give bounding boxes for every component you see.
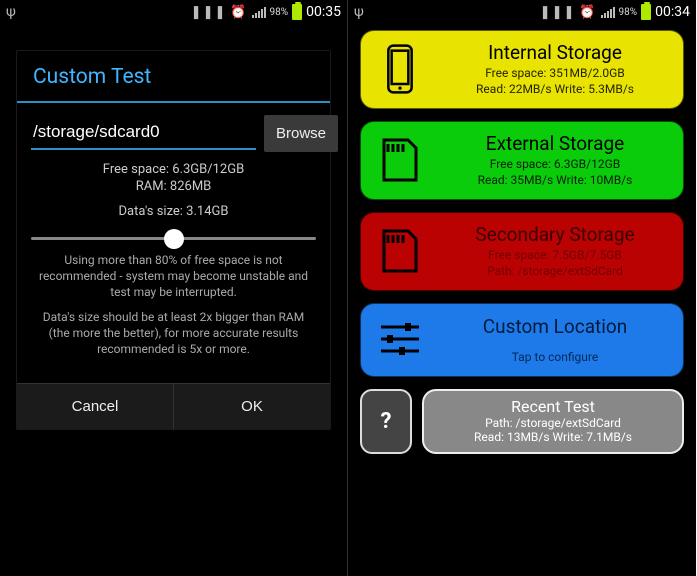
dialog-title: Custom Test <box>17 51 330 103</box>
free-space-label: Free space: 6.3GB/12GB <box>31 162 316 177</box>
usb-icon: ψ <box>354 4 364 20</box>
card-line: Tap to configure <box>439 350 671 364</box>
card-line: Read: 22MB/s Write: 5.3MB/s <box>439 82 671 96</box>
alarm-icon: ⏰ <box>230 5 247 20</box>
vibrate-icon: ❚❚❚ <box>191 5 227 20</box>
card-title: Secondary Storage <box>439 223 671 246</box>
sdcard-icon <box>375 135 425 185</box>
card-line: Free space: 6.3GB/12GB <box>439 157 671 171</box>
battery-icon <box>292 4 302 20</box>
recent-title: Recent Test <box>432 397 674 416</box>
card-line: Free space: 7.5GB/7.5GB <box>439 248 671 262</box>
card-title: External Storage <box>439 132 671 155</box>
card-line: Free space: 351MB/2.0GB <box>439 66 671 80</box>
sdcard-icon <box>375 226 425 276</box>
cancel-button[interactable]: Cancel <box>17 384 174 429</box>
dialog-button-row: Cancel OK <box>17 383 330 429</box>
recent-line: Path: /storage/extSdCard <box>432 416 674 430</box>
phone-icon <box>375 44 425 94</box>
card-internal-storage[interactable]: Internal Storage Free space: 351MB/2.0GB… <box>360 30 684 109</box>
clock: 00:34 <box>655 4 690 20</box>
battery-percent: 98% <box>270 7 289 18</box>
help-button[interactable]: ? <box>360 389 412 454</box>
recent-line: Read: 13MB/s Write: 7.1MB/s <box>432 430 674 444</box>
battery-percent: 98% <box>619 7 638 18</box>
battery-icon <box>641 4 651 20</box>
warning-note-2: Data's size should be at least 2x bigger… <box>33 309 314 358</box>
status-bar: ψ ❚❚❚ ⏰ 98% 00:35 <box>0 0 347 24</box>
ram-label: RAM: 826MB <box>31 179 316 194</box>
phone-right: ψ ❚❚❚ ⏰ 98% 00:34 Internal Storage <box>348 0 696 576</box>
ok-button[interactable]: OK <box>174 384 330 429</box>
warning-note-1: Using more than 80% of free space is not… <box>33 252 314 301</box>
vibrate-icon: ❚❚❚ <box>540 5 576 20</box>
phone-left: ψ ❚❚❚ ⏰ 98% 00:35 Custom Test Browse Fre… <box>0 0 348 576</box>
custom-test-dialog: Custom Test Browse Free space: 6.3GB/12G… <box>16 50 331 430</box>
card-title: Internal Storage <box>439 41 671 64</box>
clock: 00:35 <box>306 4 341 20</box>
card-secondary-storage[interactable]: Secondary Storage Free space: 7.5GB/7.5G… <box>360 212 684 291</box>
card-line: Read: 35MB/s Write: 10MB/s <box>439 173 671 187</box>
card-external-storage[interactable]: External Storage Free space: 6.3GB/12GB … <box>360 121 684 200</box>
data-size-label: Data's size: 3.14GB <box>31 204 316 219</box>
usb-icon: ψ <box>6 4 16 20</box>
recent-test-card[interactable]: Recent Test Path: /storage/extSdCard Rea… <box>422 389 684 454</box>
storage-card-list: Internal Storage Free space: 351MB/2.0GB… <box>360 30 684 568</box>
alarm-icon: ⏰ <box>579 5 596 20</box>
data-size-slider[interactable] <box>31 237 316 240</box>
card-title: Custom Location <box>439 315 671 338</box>
signal-icon <box>252 6 266 18</box>
signal-icon <box>601 6 615 18</box>
card-line: Path: /storage/extSdCard <box>439 264 671 278</box>
sliders-icon <box>375 314 425 364</box>
path-input[interactable] <box>31 118 256 150</box>
browse-button[interactable]: Browse <box>264 115 338 152</box>
card-custom-location[interactable]: Custom Location Tap to configure <box>360 303 684 377</box>
status-bar: ψ ❚❚❚ ⏰ 98% 00:34 <box>348 0 696 24</box>
